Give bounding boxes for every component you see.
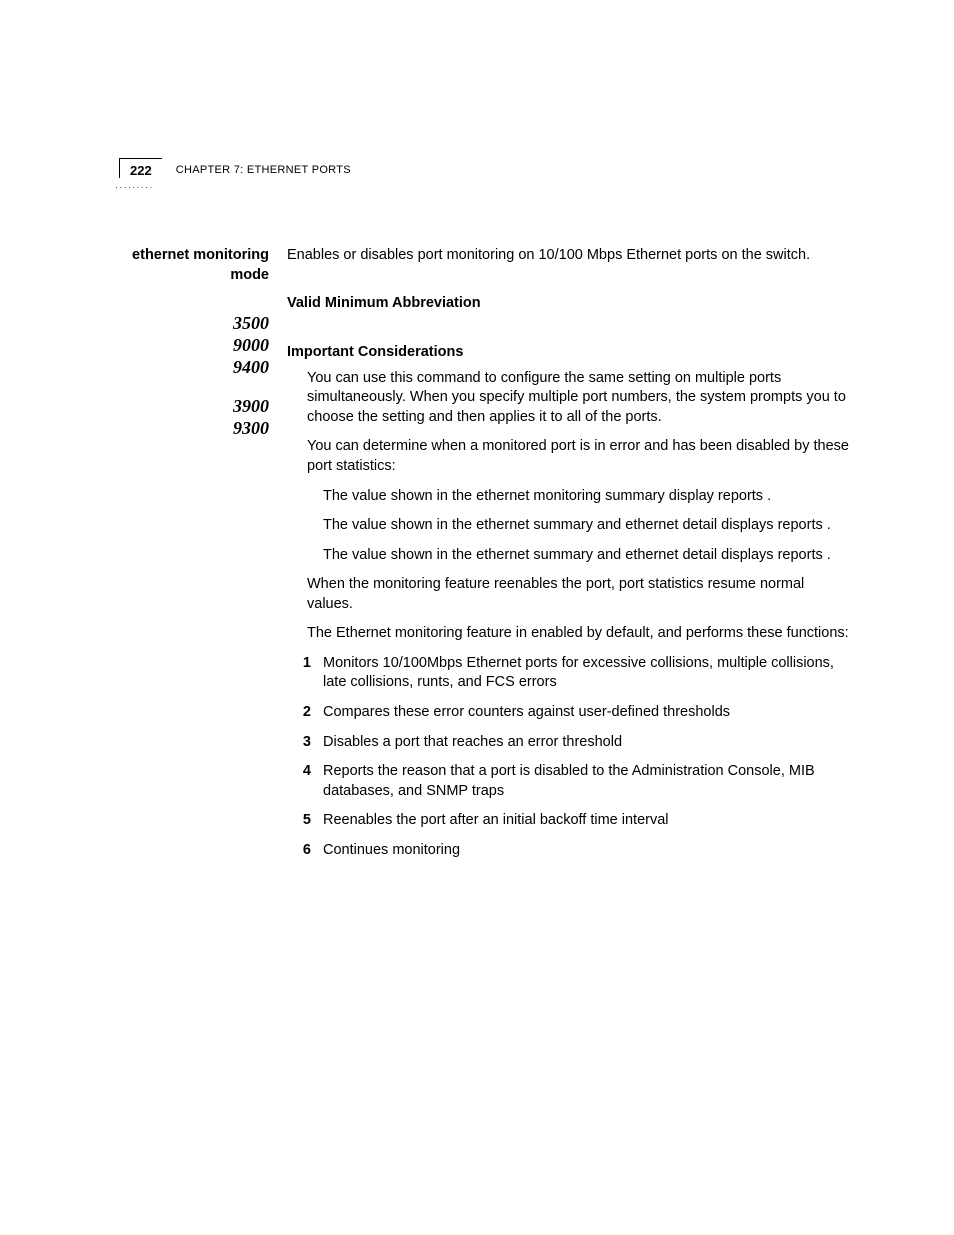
- main-column: Enables or disables port monitoring on 1…: [287, 246, 854, 872]
- item-text: Compares these error counters against us…: [323, 703, 730, 723]
- intro-paragraph: Enables or disables port monitoring on 1…: [287, 246, 854, 266]
- numbered-item: 2 Compares these error counters against …: [287, 703, 854, 723]
- sub-bullet: The value shown in the ethernet summary …: [307, 546, 854, 566]
- item-text: Continues monitoring: [323, 841, 460, 861]
- bullet-mark-icon: [307, 546, 323, 566]
- page-number: 222: [119, 158, 162, 178]
- decorative-dots: ·········: [115, 182, 154, 192]
- item-number: 1: [287, 654, 323, 693]
- sub-bullet-text: The value shown in the ethernet monitori…: [323, 487, 771, 507]
- item-number: 2: [287, 703, 323, 723]
- item-number: 3: [287, 733, 323, 753]
- item-text: Disables a port that reaches an error th…: [323, 733, 622, 753]
- numbered-item: 6 Continues monitoring: [287, 841, 854, 861]
- consideration-item: You can determine when a monitored port …: [307, 437, 854, 476]
- important-considerations-section: Important Considerations You can use thi…: [287, 343, 854, 860]
- product-code: 3900: [115, 396, 269, 418]
- numbered-list: 1 Monitors 10/100Mbps Ethernet ports for…: [287, 654, 854, 861]
- product-group-1: 3500 9000 9400: [115, 313, 269, 379]
- item-number: 5: [287, 811, 323, 831]
- bullet-mark-icon: [307, 516, 323, 536]
- sub-bullet-text: The value shown in the ethernet summary …: [323, 516, 831, 536]
- item-text: Monitors 10/100Mbps Ethernet ports for e…: [323, 654, 854, 693]
- consideration-item: You can use this command to configure th…: [307, 369, 854, 428]
- paragraph: The Ethernet monitoring feature in enabl…: [307, 624, 854, 644]
- numbered-item: 3 Disables a port that reaches an error …: [287, 733, 854, 753]
- numbered-item: 1 Monitors 10/100Mbps Ethernet ports for…: [287, 654, 854, 693]
- sub-bullet: The value shown in the ethernet summary …: [307, 516, 854, 536]
- sub-bullet-text: The value shown in the ethernet summary …: [323, 546, 831, 566]
- item-text: Reenables the port after an initial back…: [323, 811, 669, 831]
- valid-min-abbrev-section: Valid Minimum Abbreviation: [287, 294, 854, 314]
- item-text: Reports the reason that a port is disabl…: [323, 762, 854, 801]
- sidebar: ethernet monitoring mode 3500 9000 9400 …: [115, 246, 287, 872]
- numbered-item: 5 Reenables the port after an initial ba…: [287, 811, 854, 831]
- product-code: 9300: [115, 418, 269, 440]
- sub-bullet: The value shown in the ethernet monitori…: [307, 487, 854, 507]
- product-group-2: 3900 9300: [115, 396, 269, 440]
- sidebar-title: ethernet monitoring mode: [115, 246, 269, 285]
- product-code: 9400: [115, 357, 269, 379]
- important-considerations-heading: Important Considerations: [287, 343, 854, 363]
- valid-min-abbrev-heading: Valid Minimum Abbreviation: [287, 294, 854, 314]
- page-header: 222 CHAPTER 7: ETHERNET PORTS: [115, 158, 854, 178]
- paragraph: When the monitoring feature reenables th…: [307, 575, 854, 614]
- page: 222 CHAPTER 7: ETHERNET PORTS ········· …: [0, 0, 954, 1235]
- item-number: 4: [287, 762, 323, 801]
- numbered-item: 4 Reports the reason that a port is disa…: [287, 762, 854, 801]
- product-code: 9000: [115, 335, 269, 357]
- product-code: 3500: [115, 313, 269, 335]
- bullet-mark-icon: [307, 487, 323, 507]
- item-number: 6: [287, 841, 323, 861]
- chapter-label: CHAPTER 7: ETHERNET PORTS: [162, 158, 351, 176]
- content-area: ethernet monitoring mode 3500 9000 9400 …: [115, 246, 854, 872]
